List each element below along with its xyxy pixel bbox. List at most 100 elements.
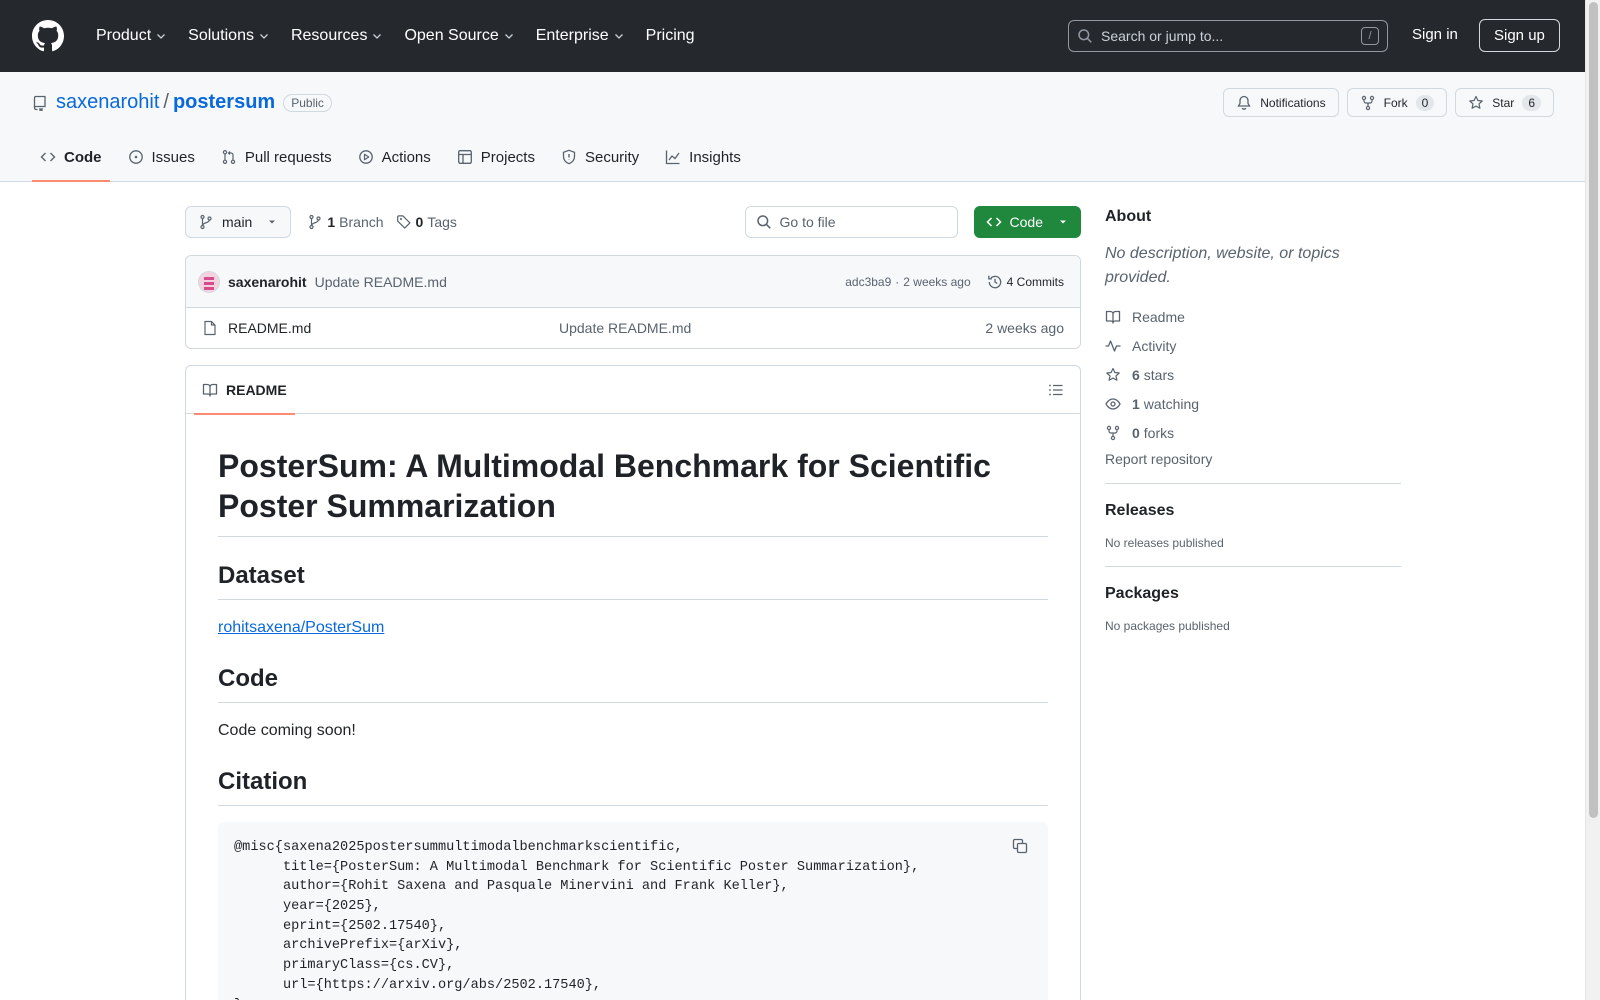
readme-tab-label: README bbox=[226, 381, 287, 398]
branch-icon bbox=[309, 214, 321, 230]
avatar[interactable] bbox=[198, 270, 220, 293]
nav-pricing-label: Pricing bbox=[645, 27, 695, 44]
tags-link[interactable]: 0 Tags bbox=[396, 214, 457, 230]
repo-icon bbox=[33, 95, 46, 111]
citation-code-block: @misc{saxena2025postersummultimodalbench… bbox=[218, 822, 1048, 1000]
forks-label: forks bbox=[1143, 424, 1175, 441]
code-text: Code coming soon! bbox=[218, 722, 356, 739]
repo-owner-link[interactable]: saxenarohit bbox=[56, 91, 159, 114]
watching-label: watching bbox=[1143, 395, 1200, 412]
page-scrollbar[interactable] bbox=[1585, 0, 1600, 1000]
search-icon bbox=[1078, 29, 1092, 43]
code-heading: Code bbox=[218, 664, 1048, 703]
commits-history-link[interactable]: 4 Commits bbox=[987, 274, 1064, 290]
global-header: Product Solutions Resources Open Source … bbox=[0, 0, 1600, 72]
github-logo-icon[interactable] bbox=[32, 20, 64, 52]
tab-actions[interactable]: Actions bbox=[350, 133, 439, 181]
star-icon bbox=[1106, 367, 1120, 381]
star-label: Star bbox=[1492, 95, 1515, 110]
fork-icon bbox=[1361, 95, 1374, 110]
activity-link[interactable]: Activity bbox=[1105, 331, 1401, 360]
file-icon bbox=[204, 320, 216, 336]
branch-label: Branch bbox=[339, 214, 384, 230]
tab-security[interactable]: Security bbox=[553, 133, 647, 181]
chevron-down-icon bbox=[373, 34, 382, 39]
branch-select[interactable]: main bbox=[185, 206, 292, 238]
fork-button[interactable]: Fork 0 bbox=[1346, 88, 1448, 117]
go-to-file-placeholder: Go to file bbox=[779, 214, 836, 230]
sign-up-button[interactable]: Sign up bbox=[1479, 19, 1560, 52]
latest-commit-row: saxenarohit Update README.md adc3ba9 · 2… bbox=[186, 256, 1080, 308]
tab-security-label: Security bbox=[584, 148, 640, 166]
branch-count: 1 bbox=[327, 214, 336, 230]
stars-count: 6 bbox=[1132, 366, 1140, 383]
citation-line: eprint={2502.17540}, bbox=[234, 918, 447, 934]
file-name[interactable]: README.md bbox=[228, 320, 559, 336]
repo-tabs: Code Issues Pull requests Actions Projec… bbox=[32, 133, 759, 182]
branches-link[interactable]: 1 Branch bbox=[307, 214, 384, 230]
commits-count: 4 Commits bbox=[1006, 274, 1064, 289]
global-search-input[interactable]: Search or jump to... / bbox=[1068, 20, 1388, 52]
code-dropdown-button[interactable]: Code bbox=[973, 206, 1081, 238]
readme-link-label: Readme bbox=[1132, 308, 1185, 325]
scrollbar-thumb[interactable] bbox=[1589, 2, 1598, 818]
watching-link[interactable]: 1 watching bbox=[1105, 389, 1401, 418]
notifications-button[interactable]: Notifications bbox=[1223, 88, 1339, 117]
tag-icon bbox=[396, 215, 411, 229]
readme-title-line1: PosterSum: A Multimodal Benchmark for Sc… bbox=[218, 448, 991, 484]
commit-time: 2 weeks ago bbox=[903, 274, 971, 289]
commit-message[interactable]: Update README.md bbox=[315, 274, 447, 290]
nav-solutions[interactable]: Solutions bbox=[180, 21, 278, 51]
nav-resources[interactable]: Resources bbox=[283, 21, 391, 51]
forks-count: 0 bbox=[1132, 424, 1140, 441]
releases-section: Releases No releases published bbox=[1105, 483, 1401, 550]
citation-line: } bbox=[234, 996, 1032, 1000]
code-icon bbox=[985, 217, 1002, 227]
go-to-file-input[interactable]: Go to file bbox=[744, 206, 958, 238]
stars-label: stars bbox=[1143, 366, 1175, 383]
packages-heading[interactable]: Packages bbox=[1105, 585, 1401, 603]
nav-product[interactable]: Product bbox=[88, 21, 175, 51]
commit-author[interactable]: saxenarohit bbox=[228, 274, 307, 290]
tab-projects[interactable]: Projects bbox=[449, 133, 543, 181]
chevron-down-icon bbox=[157, 34, 166, 39]
star-count: 6 bbox=[1522, 94, 1541, 111]
citation-line: year={2025}, bbox=[234, 899, 381, 915]
tab-actions-label: Actions bbox=[381, 148, 431, 166]
search-placeholder: Search or jump to... bbox=[1101, 28, 1224, 44]
tab-code[interactable]: Code bbox=[32, 133, 110, 182]
stars-link[interactable]: 6 stars bbox=[1105, 360, 1401, 389]
nav-resources-label: Resources bbox=[290, 27, 368, 44]
eye-icon bbox=[1105, 397, 1121, 410]
shield-icon bbox=[562, 149, 576, 165]
dataset-link[interactable]: rohitsaxena/PosterSum bbox=[218, 619, 384, 636]
forks-link[interactable]: 0 forks bbox=[1105, 418, 1401, 447]
list-icon bbox=[1049, 384, 1063, 396]
copy-button[interactable] bbox=[1008, 834, 1032, 858]
caret-down-icon bbox=[1060, 220, 1066, 224]
repo-name-link[interactable]: postersum bbox=[173, 91, 275, 114]
readme-link[interactable]: Readme bbox=[1105, 302, 1401, 331]
file-row[interactable]: README.md Update README.md 2 weeks ago bbox=[186, 308, 1080, 348]
citation-line: archivePrefix={arXiv}, bbox=[234, 938, 463, 954]
star-icon bbox=[1469, 95, 1484, 109]
commit-hash[interactable]: adc3ba9 bbox=[845, 275, 891, 289]
file-commit-message[interactable]: Update README.md bbox=[559, 320, 691, 336]
chevron-down-icon bbox=[260, 34, 268, 39]
tag-label: Tags bbox=[427, 214, 457, 230]
sign-in-link[interactable]: Sign in bbox=[1412, 26, 1458, 43]
releases-heading[interactable]: Releases bbox=[1105, 502, 1401, 520]
report-repository-link[interactable]: Report repository bbox=[1105, 451, 1401, 467]
outline-button[interactable] bbox=[1040, 374, 1072, 406]
dataset-heading: Dataset bbox=[218, 561, 1048, 600]
nav-pricing[interactable]: Pricing bbox=[638, 21, 703, 51]
tab-insights[interactable]: Insights bbox=[657, 133, 749, 181]
tab-pull-requests[interactable]: Pull requests bbox=[213, 133, 340, 181]
star-button[interactable]: Star 6 bbox=[1455, 88, 1554, 117]
issue-icon bbox=[128, 150, 143, 164]
nav-enterprise[interactable]: Enterprise bbox=[528, 21, 633, 51]
tab-issues[interactable]: Issues bbox=[120, 133, 203, 181]
nav-open-source[interactable]: Open Source bbox=[396, 21, 522, 51]
chevron-down-icon bbox=[614, 34, 623, 39]
readme-tab[interactable]: README bbox=[194, 366, 295, 415]
